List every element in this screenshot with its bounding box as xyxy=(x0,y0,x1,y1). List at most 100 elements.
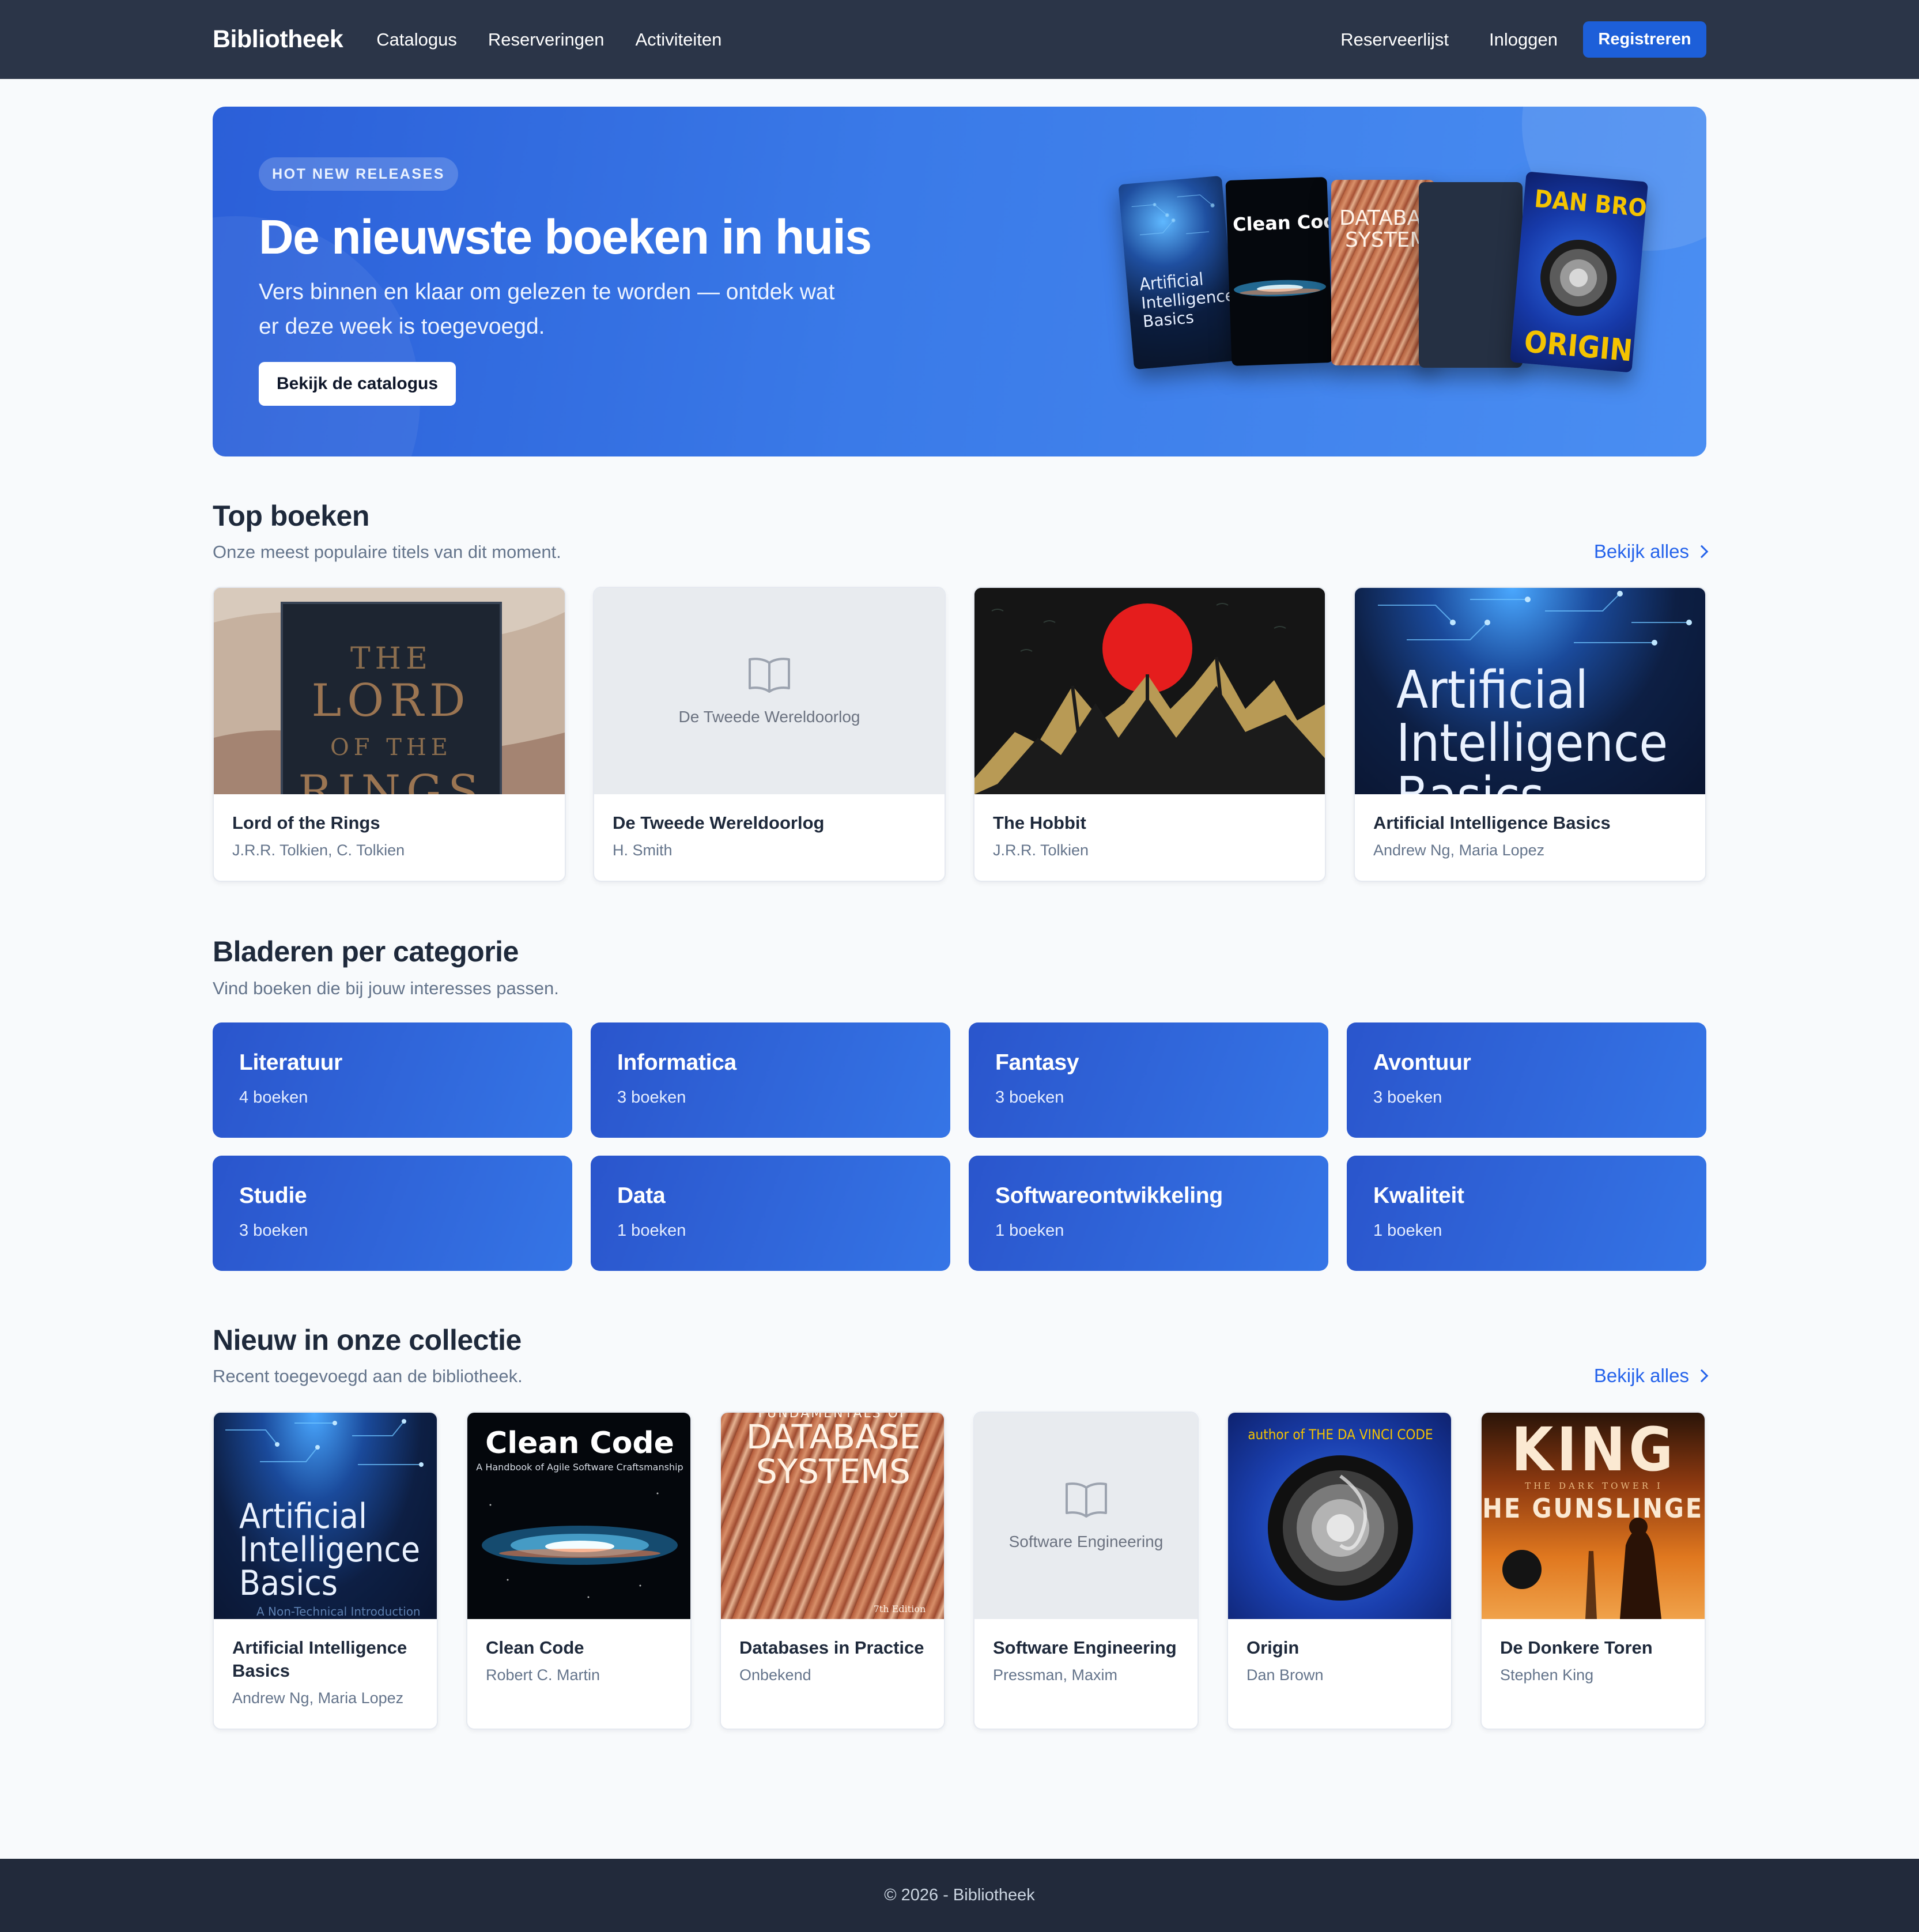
book-card-origin[interactable]: author of THE DA VINCI CODE Origin Dan B… xyxy=(1227,1412,1452,1730)
db-edition: 7th Edition xyxy=(874,1603,926,1614)
db-line1: DATABASE xyxy=(746,1417,920,1456)
view-catalog-button[interactable]: Bekijk de catalogus xyxy=(259,362,456,406)
footer-copyright: © 2026 - Bibliotheek xyxy=(884,1886,1035,1904)
book-card-databases[interactable]: FUNDAMENTALS OF DATABASE SYSTEMS 7th Edi… xyxy=(720,1412,945,1730)
book-author: Andrew Ng, Maria Lopez xyxy=(232,1689,404,1707)
category-name: Avontuur xyxy=(1373,1050,1471,1075)
lotr-line4: RINGS xyxy=(298,766,485,794)
nav-link-catalogus[interactable]: Catalogus xyxy=(376,29,457,50)
category-card-literatuur[interactable]: Literatuur 4 boeken xyxy=(213,1022,572,1138)
book-card-tweede-wereldoorlog[interactable]: De Tweede Wereldoorlog De Tweede Wereldo… xyxy=(593,587,946,882)
brand-logo[interactable]: Bibliotheek xyxy=(213,25,343,54)
category-card-fantasy[interactable]: Fantasy 3 boeken xyxy=(969,1022,1328,1138)
placeholder-title: Software Engineering xyxy=(1008,1533,1164,1550)
book-cover-database: FUNDAMENTALS OF DATABASE SYSTEMS 7th Edi… xyxy=(721,1413,944,1619)
chevron-right-icon xyxy=(1695,545,1709,559)
book-cover-ai: Artificial Intelligence Basics xyxy=(1355,588,1705,794)
book-author: Robert C. Martin xyxy=(486,1666,600,1684)
category-name: Softwareontwikkeling xyxy=(995,1183,1223,1208)
origin-cover-art: author of THE DA VINCI CODE xyxy=(1248,1427,1433,1601)
book-card-donkere-toren[interactable]: KING THE DARK TOWER I THE GUNSLINGER De … xyxy=(1480,1412,1706,1730)
hero-book-stack: Artificial Intelligence Basics Clean Cod… xyxy=(1118,171,1679,387)
categories-title: Bladeren per categorie xyxy=(213,935,519,968)
hero-title: De nieuwste boeken in huis xyxy=(259,210,872,264)
book-cover-cleancode: Clean Code A Handbook of Agile Software … xyxy=(467,1413,690,1619)
ai-line3: Basics xyxy=(1396,766,1544,794)
king-title: THE GUNSLINGER xyxy=(1482,1493,1705,1524)
register-button[interactable]: Registreren xyxy=(1583,21,1706,58)
hero-origin-author: DAN BROWN xyxy=(1533,184,1648,226)
top-books-see-all-link[interactable]: Bekijk alles xyxy=(1594,541,1709,563)
book-author: Dan Brown xyxy=(1246,1666,1324,1684)
categories-subtitle: Vind boeken die bij jouw interesses pass… xyxy=(213,978,559,998)
category-count: 4 boeken xyxy=(239,1088,308,1107)
book-card-software-engineering[interactable]: Software Engineering Software Engineerin… xyxy=(973,1412,1199,1730)
book-cover-placeholder: De Tweede Wereldoorlog xyxy=(594,588,945,794)
top-books-title: Top boeken xyxy=(213,500,369,532)
category-name: Fantasy xyxy=(995,1050,1079,1075)
book-open-icon xyxy=(749,658,790,693)
book-card-hobbit[interactable]: The Hobbit J.R.R. Tolkien xyxy=(973,587,1326,882)
ai-cover-art: Artificial Intelligence Basics A Non-Tec… xyxy=(225,1419,424,1618)
ai-cover-art: Artificial Intelligence Basics xyxy=(1378,591,1692,794)
book-card-lotr[interactable]: THE LORD OF THE RINGS Lord of the Rings … xyxy=(213,587,566,882)
book-card-ai-basics[interactable]: Artificial Intelligence Basics A Non-Tec… xyxy=(213,1412,438,1730)
nav-link-inloggen[interactable]: Inloggen xyxy=(1489,29,1558,50)
nav-link-reserveerlijst[interactable]: Reserveerlijst xyxy=(1340,29,1449,50)
book-card-clean-code[interactable]: Clean Code A Handbook of Agile Software … xyxy=(466,1412,692,1730)
hero-banner: HOT NEW RELEASES De nieuwste boeken in h… xyxy=(213,107,1706,456)
ai-line1: Artificial xyxy=(1396,660,1588,720)
category-card-data[interactable]: Data 1 boeken xyxy=(591,1156,950,1271)
hero-cover-blank[interactable] xyxy=(1419,182,1523,368)
page-footer: © 2026 - Bibliotheek xyxy=(0,1859,1919,1932)
category-count: 3 boeken xyxy=(995,1088,1064,1107)
book-title: Clean Code xyxy=(486,1637,584,1658)
lotr-cover-art: THE LORD OF THE RINGS xyxy=(214,588,565,794)
category-name: Data xyxy=(617,1183,666,1208)
category-card-softwareontwikkeling[interactable]: Softwareontwikkeling 1 boeken xyxy=(969,1156,1328,1271)
category-card-informatica[interactable]: Informatica 3 boeken xyxy=(591,1022,950,1138)
hero-cc-title: Clean Code xyxy=(1232,210,1333,236)
book-title: De Tweede Wereldoorlog xyxy=(613,813,825,833)
hero-badge: HOT NEW RELEASES xyxy=(259,157,458,191)
hero-cover-cleancode[interactable]: Clean Code xyxy=(1225,177,1334,366)
king-cover-art: KING THE DARK TOWER I THE GUNSLINGER xyxy=(1482,1414,1705,1619)
new-books-subtitle: Recent toegevoegd aan de bibliotheek. xyxy=(213,1366,523,1386)
book-card-ai-basics[interactable]: Artificial Intelligence Basics Artificia… xyxy=(1354,587,1706,882)
king-author: KING xyxy=(1512,1414,1676,1485)
hero-cover-origin[interactable]: DAN BROWN ORIGIN xyxy=(1509,171,1649,373)
book-author: Andrew Ng, Maria Lopez xyxy=(1373,842,1545,859)
ai-sub: A Non-Technical Introduction xyxy=(256,1605,421,1618)
book-open-icon xyxy=(1065,1482,1107,1518)
category-card-kwaliteit[interactable]: Kwaliteit 1 boeken xyxy=(1347,1156,1706,1271)
top-navbar: Bibliotheek Catalogus Reserveringen Acti… xyxy=(0,0,1919,79)
book-title: The Hobbit xyxy=(993,813,1086,833)
book-author: Onbekend xyxy=(739,1666,811,1684)
category-card-avontuur[interactable]: Avontuur 3 boeken xyxy=(1347,1022,1706,1138)
king-series: THE DARK TOWER I xyxy=(1525,1481,1663,1491)
category-card-studie[interactable]: Studie 3 boeken xyxy=(213,1156,572,1271)
cleancode-cover-art: Clean Code xyxy=(1232,210,1334,297)
book-title: Databases in Practice xyxy=(739,1637,924,1658)
top-books-subtitle: Onze meest populaire titels van dit mome… xyxy=(213,542,561,562)
book-title: Lord of the Rings xyxy=(232,813,380,833)
db-line2: SYSTEMS xyxy=(756,1452,911,1491)
category-count: 3 boeken xyxy=(239,1221,308,1240)
lotr-line1: THE xyxy=(350,642,432,676)
hero-cover-ai[interactable]: Artificial Intelligence Basics xyxy=(1118,175,1238,370)
nav-link-activiteiten[interactable]: Activiteiten xyxy=(635,29,721,50)
book-title: Origin xyxy=(1246,1637,1300,1658)
ai-cover-art: Artificial Intelligence Basics xyxy=(1131,194,1236,331)
book-cover-hobbit xyxy=(974,588,1325,794)
hobbit-cover-art xyxy=(974,588,1325,794)
see-all-label: Bekijk alles xyxy=(1593,1365,1689,1386)
category-name: Literatuur xyxy=(239,1050,343,1075)
db-cover-art: FUNDAMENTALS OF DATABASE SYSTEMS 7th Edi… xyxy=(746,1413,926,1614)
book-author: J.R.R. Tolkien, C. Tolkien xyxy=(232,842,405,859)
category-count: 3 boeken xyxy=(617,1088,686,1107)
lotr-line2: LORD xyxy=(311,675,471,727)
new-books-see-all-link[interactable]: Bekijk alles xyxy=(1593,1365,1709,1387)
nav-link-reserveringen[interactable]: Reserveringen xyxy=(488,29,605,50)
category-count: 1 boeken xyxy=(995,1221,1064,1240)
book-title: De Donkere Toren xyxy=(1500,1637,1653,1658)
